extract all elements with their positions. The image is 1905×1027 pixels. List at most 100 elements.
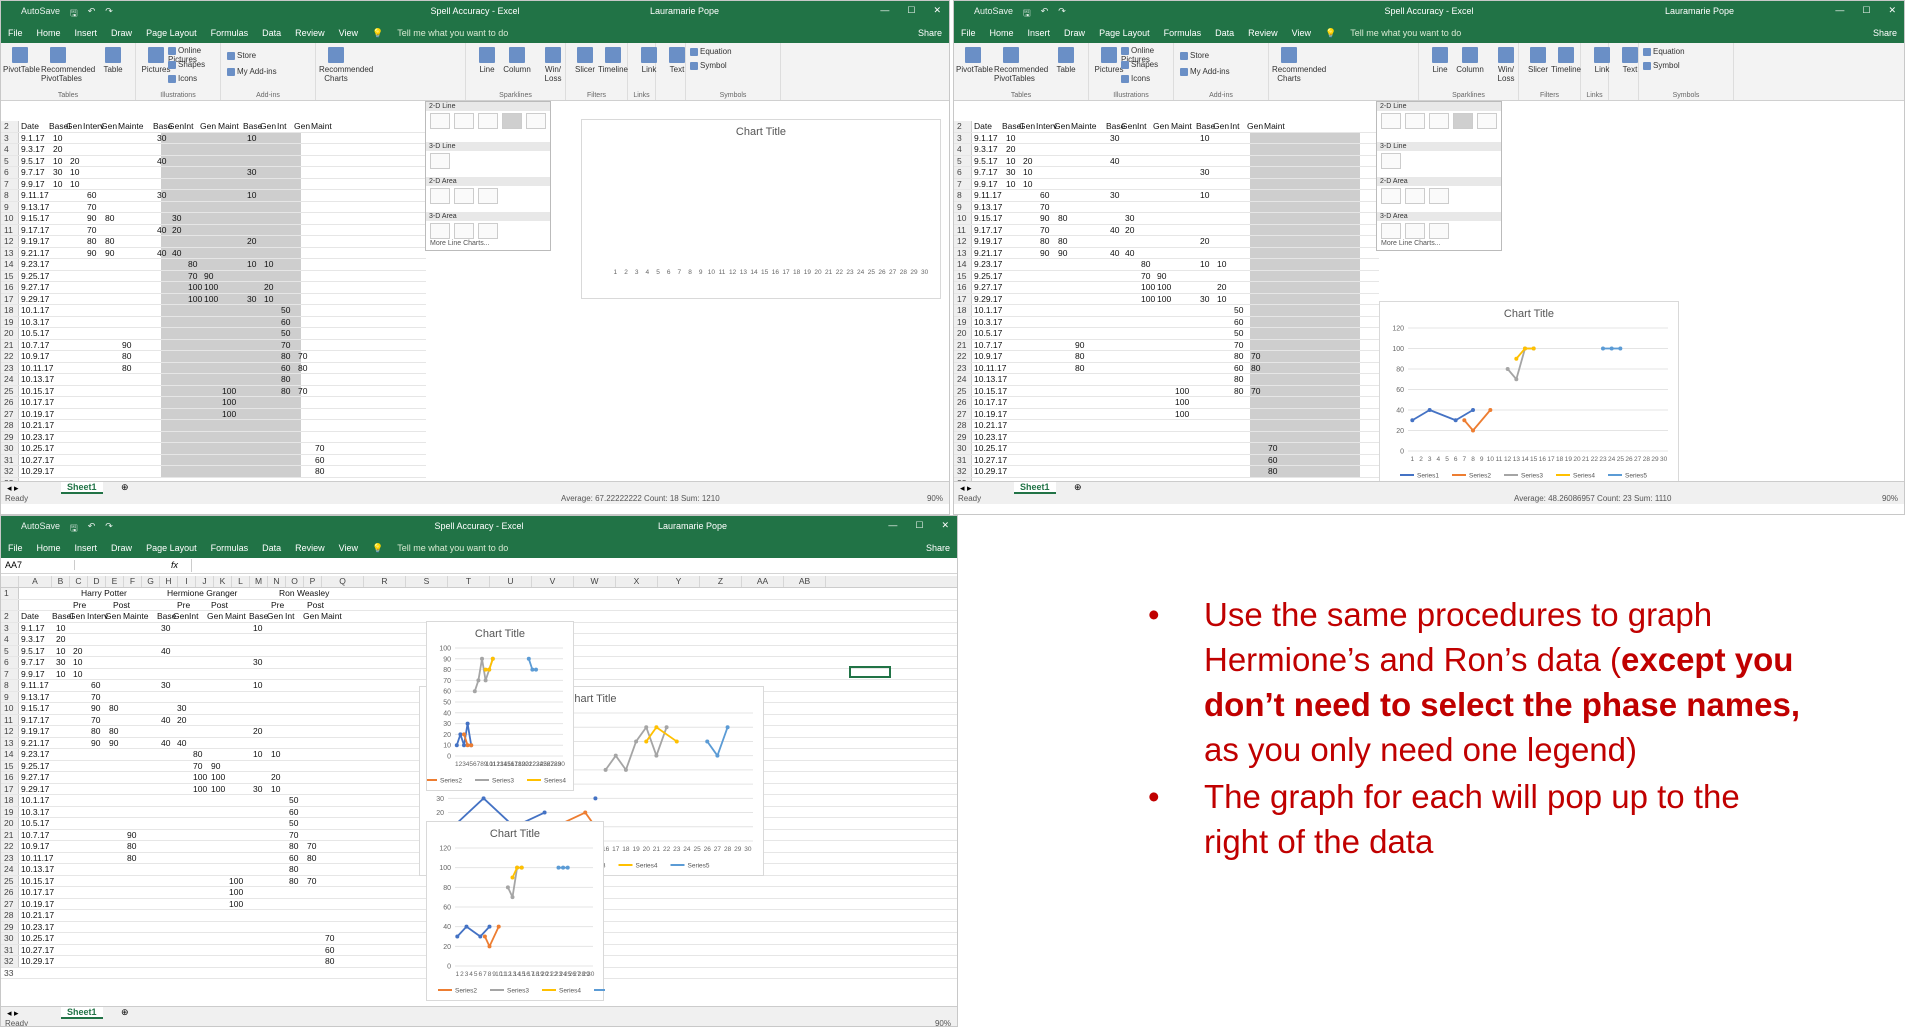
- value-cell[interactable]: 80: [127, 841, 136, 851]
- table-button[interactable]: Table: [96, 47, 130, 74]
- value-cell[interactable]: 10: [247, 190, 256, 200]
- value-cell[interactable]: 100: [204, 282, 218, 292]
- line-chart-option-icon[interactable]: [1405, 113, 1425, 129]
- date-cell[interactable]: 10.9.17: [974, 351, 1002, 361]
- active-cell-aa7[interactable]: [849, 666, 891, 678]
- value-cell[interactable]: 10: [253, 680, 262, 690]
- value-cell[interactable]: 100: [193, 772, 207, 782]
- value-cell[interactable]: 10: [53, 156, 62, 166]
- value-cell[interactable]: 20: [1006, 144, 1015, 154]
- recommended-charts-button[interactable]: Recommended Charts: [319, 47, 373, 83]
- value-cell[interactable]: 80: [1234, 386, 1243, 396]
- value-cell[interactable]: 40: [1110, 225, 1119, 235]
- value-cell[interactable]: 10: [73, 657, 82, 667]
- value-cell[interactable]: 80: [307, 853, 316, 863]
- line-chart-gallery[interactable]: 2-D Line 3-D Line 2-D Area 3-D Area More Lin…: [1376, 101, 1502, 251]
- column-header-I[interactable]: I: [178, 576, 196, 587]
- column-header-O[interactable]: O: [286, 576, 304, 587]
- date-cell[interactable]: 9.1.17: [21, 133, 45, 143]
- value-cell[interactable]: 90: [91, 738, 100, 748]
- value-cell[interactable]: 100: [222, 409, 236, 419]
- date-cell[interactable]: 9.5.17: [21, 646, 45, 656]
- date-cell[interactable]: 10.3.17: [21, 317, 49, 327]
- value-cell[interactable]: 20: [1023, 156, 1032, 166]
- value-cell[interactable]: 30: [253, 657, 262, 667]
- close-icon[interactable]: ✕: [933, 5, 941, 16]
- value-cell[interactable]: 70: [91, 692, 100, 702]
- icons-button[interactable]: Icons: [1121, 74, 1150, 83]
- line-chart-option-icon[interactable]: [454, 188, 474, 204]
- date-cell[interactable]: 9.11.17: [21, 190, 49, 200]
- value-cell[interactable]: 100: [193, 784, 207, 794]
- date-cell[interactable]: 9.23.17: [974, 259, 1002, 269]
- value-cell[interactable]: 100: [1141, 294, 1155, 304]
- value-cell[interactable]: 50: [289, 795, 298, 805]
- date-cell[interactable]: 9.25.17: [21, 271, 49, 281]
- tab-review[interactable]: Review: [288, 543, 332, 553]
- value-cell[interactable]: 60: [1040, 190, 1049, 200]
- value-cell[interactable]: 30: [53, 167, 62, 177]
- tab-formulas[interactable]: Formulas: [204, 543, 256, 553]
- value-cell[interactable]: 80: [109, 703, 118, 713]
- value-cell[interactable]: 100: [1157, 282, 1171, 292]
- column-header-F[interactable]: F: [124, 576, 142, 587]
- partial-chart[interactable]: Chart Title 1 2 3 4 5 6 7 8 9 10 11 12 13 14 15 16 17 18 19…: [581, 119, 941, 299]
- date-cell[interactable]: 9.23.17: [21, 259, 49, 269]
- date-cell[interactable]: 9.17.17: [21, 225, 49, 235]
- value-cell[interactable]: 90: [211, 761, 220, 771]
- value-cell[interactable]: 10: [53, 133, 62, 143]
- equation-button[interactable]: Equation: [690, 47, 732, 56]
- column-header-A[interactable]: A: [19, 576, 52, 587]
- value-cell[interactable]: 70: [1040, 202, 1049, 212]
- date-cell[interactable]: 9.27.17: [21, 772, 49, 782]
- value-cell[interactable]: 90: [109, 738, 118, 748]
- value-cell[interactable]: 100: [204, 294, 218, 304]
- value-cell[interactable]: 10: [53, 179, 62, 189]
- column-header-C[interactable]: C: [70, 576, 88, 587]
- value-cell[interactable]: 70: [1251, 386, 1260, 396]
- pivottable-button[interactable]: PivotTable: [956, 47, 993, 74]
- sheet-tab-sheet1[interactable]: Sheet1: [1014, 482, 1056, 494]
- date-cell[interactable]: 10.17.17: [21, 887, 54, 897]
- column-header-K[interactable]: K: [214, 576, 232, 587]
- tab-page-layout[interactable]: Page Layout: [139, 543, 204, 553]
- value-cell[interactable]: 100: [229, 887, 243, 897]
- tab-draw[interactable]: Draw: [104, 28, 139, 38]
- close-icon[interactable]: ✕: [941, 520, 949, 531]
- date-cell[interactable]: 10.7.17: [21, 830, 49, 840]
- column-header-AB[interactable]: AB: [784, 576, 826, 587]
- value-cell[interactable]: 90: [1157, 271, 1166, 281]
- column-header-Z[interactable]: Z: [700, 576, 742, 587]
- value-cell[interactable]: 10: [264, 294, 273, 304]
- date-cell[interactable]: 10.29.17: [21, 956, 54, 966]
- date-cell[interactable]: 9.29.17: [21, 784, 49, 794]
- date-cell[interactable]: 9.13.17: [974, 202, 1002, 212]
- sheet-tab-sheet1[interactable]: Sheet1: [61, 482, 103, 494]
- line-chart-option-icon[interactable]: [478, 188, 498, 204]
- value-cell[interactable]: 80: [289, 864, 298, 874]
- value-cell[interactable]: 20: [73, 646, 82, 656]
- tab-data[interactable]: Data: [255, 28, 288, 38]
- value-cell[interactable]: 40: [161, 738, 170, 748]
- value-cell[interactable]: 80: [298, 363, 307, 373]
- chart-title[interactable]: Chart Title: [1380, 308, 1678, 320]
- column-header-Q[interactable]: Q: [322, 576, 364, 587]
- value-cell[interactable]: 90: [87, 248, 96, 258]
- tell-me-input[interactable]: Tell me what you want to do: [390, 28, 515, 38]
- value-cell[interactable]: 20: [1125, 225, 1134, 235]
- value-cell[interactable]: 80: [1075, 363, 1084, 373]
- date-cell[interactable]: 9.11.17: [974, 190, 1002, 200]
- column-header-H[interactable]: H: [160, 576, 178, 587]
- value-cell[interactable]: 70: [1141, 271, 1150, 281]
- chart-hermione[interactable]: Chart Title 0 20 40 60 80 100 120 1 2 3 4 5 6 7 8 9 10 11 1…: [1379, 301, 1679, 486]
- column-header-M[interactable]: M: [250, 576, 268, 587]
- value-cell[interactable]: 20: [1217, 282, 1226, 292]
- date-cell[interactable]: 10.3.17: [974, 317, 1002, 327]
- tab-draw[interactable]: Draw: [104, 543, 139, 553]
- value-cell[interactable]: 40: [177, 738, 186, 748]
- recommended-charts-button[interactable]: Recommended Charts: [1272, 47, 1326, 83]
- sparkline-column-button[interactable]: Column: [1453, 47, 1487, 74]
- value-cell[interactable]: 30: [177, 703, 186, 713]
- value-cell[interactable]: 80: [105, 236, 114, 246]
- value-cell[interactable]: 100: [229, 899, 243, 909]
